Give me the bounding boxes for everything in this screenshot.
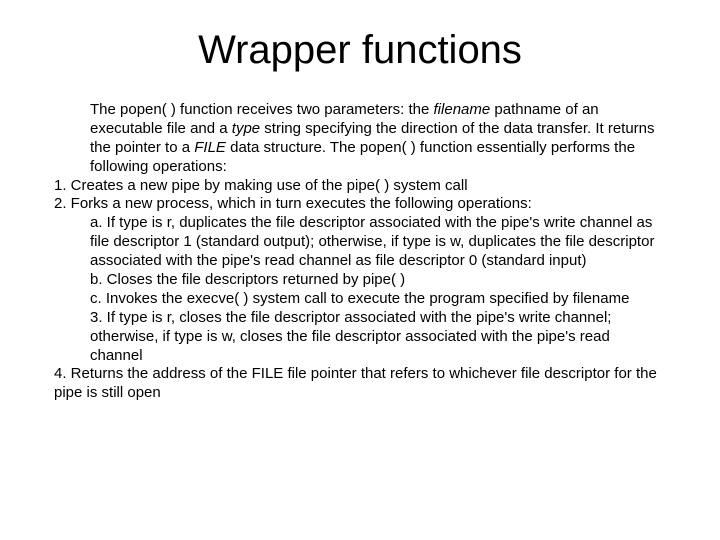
intro-italic-filename: filename — [434, 101, 491, 118]
step-3: 3. If type is r, closes the file descrip… — [54, 309, 666, 366]
step-1: 1. Creates a new pipe by making use of t… — [54, 177, 666, 196]
intro-italic-type: type — [232, 120, 260, 137]
step-2: 2. Forks a new process, which in turn ex… — [54, 195, 666, 214]
intro-italic-file: FILE — [194, 139, 226, 156]
intro-text-a: The popen( ) function receives two param… — [90, 101, 434, 118]
step-2a: a. If type is r, duplicates the file des… — [54, 214, 666, 271]
step-2b: b. Closes the file descriptors returned … — [54, 271, 666, 290]
slide-title: Wrapper functions — [54, 28, 666, 73]
step-4: 4. Returns the address of the FILE file … — [54, 365, 666, 403]
intro-paragraph: The popen( ) function receives two param… — [54, 101, 666, 177]
slide: Wrapper functions The popen( ) function … — [0, 0, 720, 540]
slide-body: The popen( ) function receives two param… — [54, 101, 666, 403]
step-2c: c. Invokes the execve( ) system call to … — [54, 290, 666, 309]
